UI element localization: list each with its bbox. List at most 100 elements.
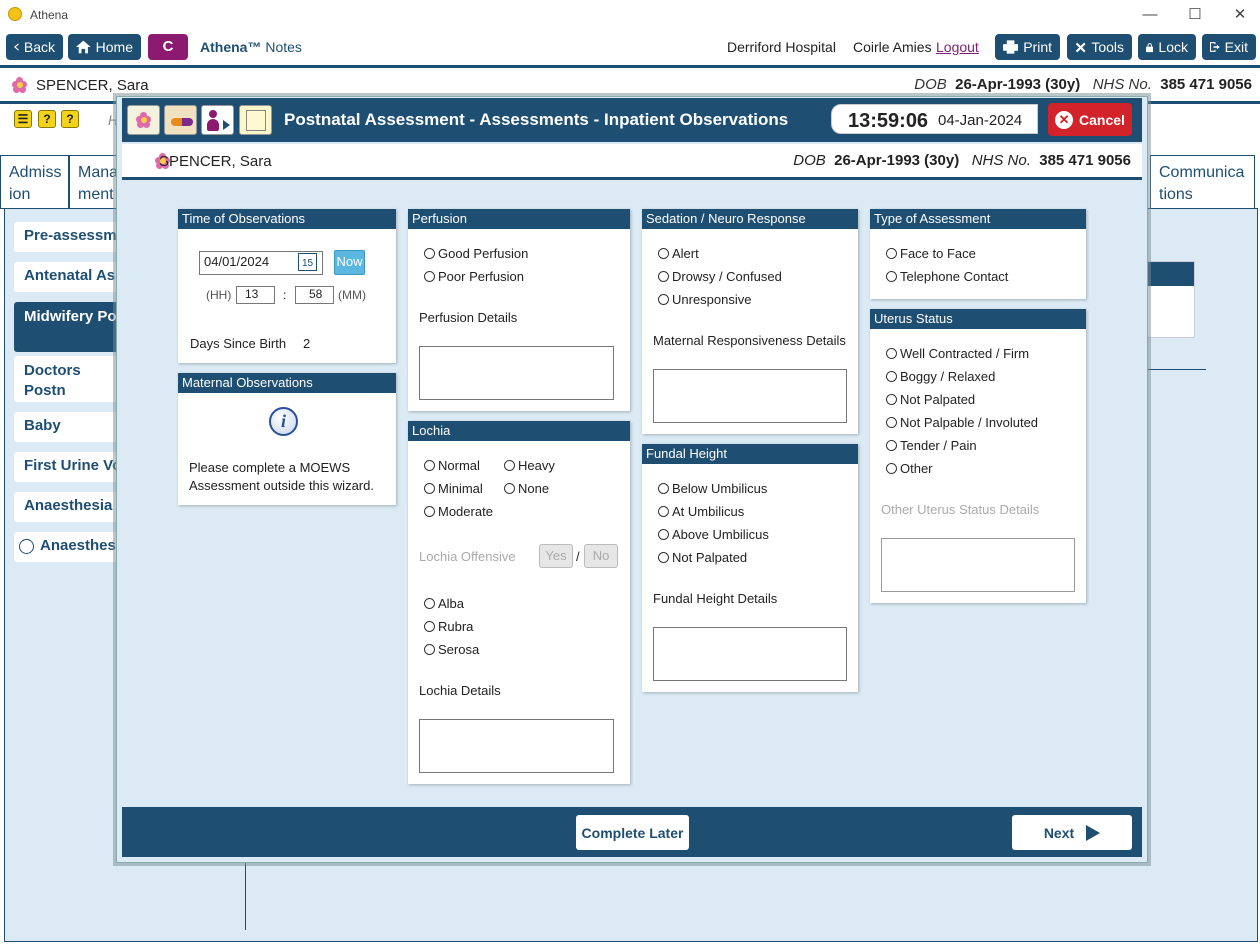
radio-circle	[658, 506, 669, 517]
uterus-not-palpated-radio[interactable]: Not Palpated	[886, 392, 975, 407]
radio-label: Moderate	[438, 504, 493, 519]
lochia-alba-radio[interactable]: Alba	[424, 596, 464, 611]
printer-icon	[1003, 40, 1019, 54]
close-window-button[interactable]: ✕	[1220, 4, 1260, 26]
radio-circle	[658, 483, 669, 494]
help-icon[interactable]: ?	[38, 110, 56, 128]
type-of-assessment-panel: Type of Assessment Face to Face Telephon…	[870, 209, 1086, 299]
print-button[interactable]: Print	[995, 34, 1060, 60]
radio-label: Above Umbilicus	[672, 527, 769, 542]
nhs-label: NHS No.	[1092, 76, 1152, 93]
home-label: Home	[95, 39, 133, 55]
mother-baby-icon[interactable]	[201, 105, 234, 135]
complete-later-button[interactable]: Complete Later	[576, 815, 689, 850]
lochia-serosa-radio[interactable]: Serosa	[424, 642, 479, 657]
below-umbilicus-radio[interactable]: Below Umbilicus	[658, 481, 767, 496]
wizard-patient-name: SPENCER, Sara	[159, 153, 272, 170]
clock-time: 13:59:06	[848, 110, 929, 132]
next-button[interactable]: Next	[1012, 815, 1132, 850]
notepad-icon[interactable]	[239, 105, 272, 135]
well-contracted-radio[interactable]: Well Contracted / Firm	[886, 346, 1029, 361]
hour-label: (HH)	[206, 288, 232, 302]
days-since-birth-label: Days Since Birth	[190, 336, 287, 351]
sidebar-item-pre-assessment[interactable]: Pre-assessmen	[14, 222, 124, 252]
radio-label: Alba	[438, 596, 465, 611]
lochia-minimal-radio[interactable]: Minimal	[424, 481, 483, 496]
close-icon: ✕	[1055, 110, 1074, 129]
back-label: Back	[23, 39, 55, 55]
responsiveness-details-textarea[interactable]	[653, 369, 847, 423]
sidebar-item-baby[interactable]: Baby	[14, 412, 124, 442]
sidebar-item-anaesthesia-in[interactable]: Anaesthesia In	[14, 492, 124, 522]
calendar-icon[interactable]: 15	[298, 253, 317, 271]
radio-circle	[424, 621, 435, 632]
logout-link[interactable]: Logout	[936, 39, 979, 55]
lock-button[interactable]: Lock	[1138, 34, 1196, 60]
chevron-left-icon	[14, 43, 19, 51]
cancel-button[interactable]: ✕ Cancel	[1048, 103, 1132, 136]
tab-communications[interactable]: Communica tions	[1150, 155, 1255, 209]
nhs-value: 385 471 9056	[1039, 152, 1131, 169]
home-button[interactable]: Home	[68, 34, 141, 60]
lochia-rubra-radio[interactable]: Rubra	[424, 619, 473, 634]
tools-button[interactable]: Tools	[1067, 34, 1132, 60]
c-button[interactable]: C	[148, 34, 188, 60]
fundal-not-palpated-radio[interactable]: Not Palpated	[658, 550, 747, 565]
perfusion-panel: Perfusion Good Perfusion Poor Perfusion …	[408, 209, 630, 411]
fundal-height-details-textarea[interactable]	[653, 627, 847, 681]
unresponsive-radio[interactable]: Unresponsive	[658, 292, 752, 307]
alert-radio[interactable]: Alert	[658, 246, 699, 261]
lochia-offensive-yes-button[interactable]: Yes	[539, 544, 573, 568]
face-to-face-radio[interactable]: Face to Face	[886, 246, 976, 261]
poor-perfusion-radio[interactable]: Poor Perfusion	[424, 269, 524, 284]
minute-input[interactable]: 58	[295, 286, 334, 304]
lochia-moderate-radio[interactable]: Moderate	[424, 504, 493, 519]
medication-icon[interactable]	[164, 105, 197, 135]
sidebar-item-doctors[interactable]: Doctors Postn Assessments	[14, 356, 124, 402]
window-title: Athena	[30, 8, 69, 22]
radio-circle	[424, 460, 435, 471]
radio-label: Alert	[672, 246, 699, 261]
perfusion-details-textarea[interactable]	[419, 346, 614, 400]
minute-label: (MM)	[338, 288, 366, 302]
radio-circle	[424, 483, 435, 494]
help-icon-2[interactable]: ?	[61, 110, 79, 128]
now-button[interactable]: Now	[334, 250, 365, 275]
sidebar-item-first-urine[interactable]: First Urine Voi	[14, 452, 124, 482]
uterus-other-radio[interactable]: Other	[886, 461, 933, 476]
minimize-button[interactable]: —	[1130, 4, 1170, 26]
tools-label: Tools	[1091, 39, 1124, 55]
other-uterus-details-textarea[interactable]	[881, 538, 1075, 592]
hour-input[interactable]: 13	[236, 286, 275, 304]
sidebar-item-antenatal[interactable]: Antenatal Ass	[14, 262, 124, 292]
good-perfusion-radio[interactable]: Good Perfusion	[424, 246, 528, 261]
clock-date: 04-Jan-2024	[938, 112, 1023, 129]
time-separator: :	[283, 288, 287, 302]
sidebar-item-midwifery[interactable]: Midwifery Pos Assessments	[14, 302, 124, 352]
tender-pain-radio[interactable]: Tender / Pain	[886, 438, 977, 453]
lochia-none-radio[interactable]: None	[504, 481, 549, 496]
lochia-heavy-radio[interactable]: Heavy	[504, 458, 555, 473]
tab-admission[interactable]: Admiss ion	[0, 155, 69, 209]
panel-title: Sedation / Neuro Response	[642, 209, 858, 229]
lochia-normal-radio[interactable]: Normal	[424, 458, 480, 473]
above-umbilicus-radio[interactable]: Above Umbilicus	[658, 527, 769, 542]
dob-label: DOB	[793, 152, 826, 169]
back-button[interactable]: Back	[6, 34, 63, 60]
lochia-offensive-no-button[interactable]: No	[584, 544, 618, 568]
telephone-contact-radio[interactable]: Telephone Contact	[886, 269, 1008, 284]
drowsy-confused-radio[interactable]: Drowsy / Confused	[658, 269, 782, 284]
toolbar-divider	[0, 65, 1260, 68]
not-palpable-involuted-radio[interactable]: Not Palpable / Involuted	[886, 415, 1038, 430]
radio-label: Face to Face	[900, 246, 976, 261]
at-umbilicus-radio[interactable]: At Umbilicus	[658, 504, 744, 519]
boggy-relaxed-radio[interactable]: Boggy / Relaxed	[886, 369, 995, 384]
flower-tab-icon[interactable]	[127, 105, 160, 135]
notes-icon[interactable]: ☰	[14, 110, 32, 128]
sedation-panel: Sedation / Neuro Response Alert Drowsy /…	[642, 209, 858, 434]
radio-circle	[886, 463, 897, 474]
brand-sub: Notes	[265, 39, 302, 55]
exit-button[interactable]: Exit	[1202, 34, 1256, 60]
lochia-details-textarea[interactable]	[419, 719, 614, 773]
maximize-button[interactable]: ☐	[1175, 4, 1215, 26]
